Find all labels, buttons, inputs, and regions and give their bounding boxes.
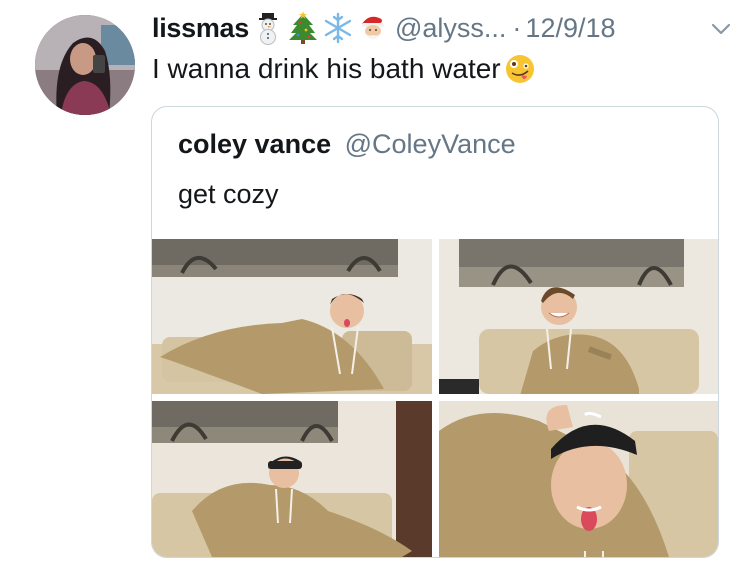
photo-grid <box>152 239 718 557</box>
quoted-display-name[interactable]: coley vance <box>178 129 331 159</box>
quoted-tweet-header: coley vance @ColeyVance <box>178 129 516 160</box>
display-name[interactable]: lissmas <box>152 13 249 44</box>
separator-dot: · <box>512 12 522 43</box>
tweet-date[interactable]: 12/9/18 <box>525 13 615 44</box>
tweet-header: lissmas @alyss... · 12/9/18 <box>152 10 732 46</box>
christmas-tree-emoji-icon <box>286 11 320 45</box>
quoted-tweet[interactable]: coley vance @ColeyVance get cozy <box>151 106 719 558</box>
name-emojis <box>251 11 391 45</box>
snowflake-emoji-icon <box>321 11 355 45</box>
santa-emoji-icon <box>356 11 390 45</box>
photo-4[interactable] <box>439 401 718 557</box>
photo-1[interactable] <box>152 239 432 394</box>
tweet-text-content: I wanna drink his bath water <box>152 53 501 84</box>
quoted-handle[interactable]: @ColeyVance <box>345 129 516 159</box>
quoted-tweet-text: get cozy <box>178 179 279 209</box>
snowman-emoji-icon <box>251 11 285 45</box>
tweet-text: I wanna drink his bath water <box>152 52 537 86</box>
user-handle[interactable]: @alyss... <box>395 13 506 44</box>
photo-3[interactable] <box>152 401 432 557</box>
zany-face-emoji-icon <box>503 52 537 86</box>
avatar-image <box>35 15 135 115</box>
photo-2[interactable] <box>439 239 718 394</box>
chevron-down-icon[interactable] <box>710 18 732 40</box>
avatar[interactable] <box>35 15 135 115</box>
